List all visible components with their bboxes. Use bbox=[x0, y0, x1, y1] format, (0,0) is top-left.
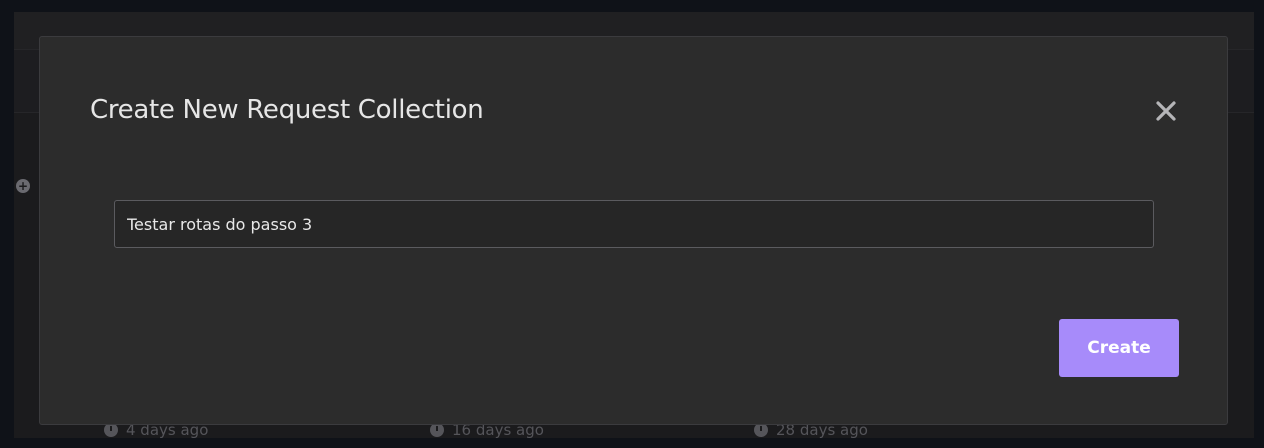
clock-icon bbox=[104, 423, 118, 437]
create-button[interactable]: Create bbox=[1059, 319, 1179, 377]
plus-icon: + bbox=[16, 179, 30, 193]
clock-icon bbox=[754, 423, 768, 437]
create-collection-modal: Create New Request Collection Create bbox=[39, 36, 1228, 425]
collection-name-input[interactable] bbox=[114, 200, 1154, 248]
close-button[interactable] bbox=[1152, 97, 1180, 125]
modal-title: Create New Request Collection bbox=[90, 95, 484, 125]
close-icon bbox=[1156, 101, 1176, 121]
clock-icon bbox=[430, 423, 444, 437]
